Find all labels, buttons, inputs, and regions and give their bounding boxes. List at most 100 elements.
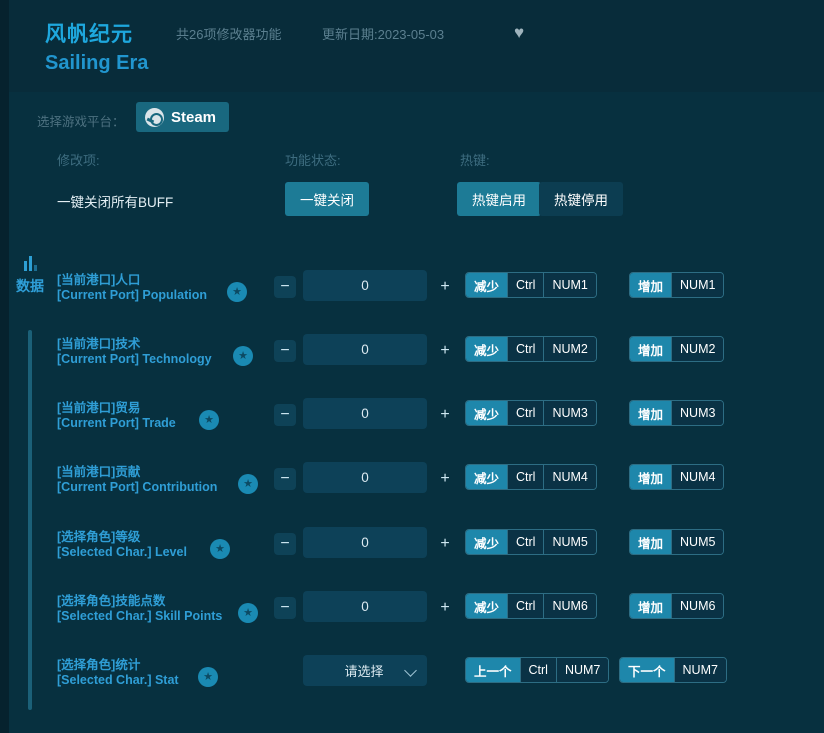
favorite-star-icon[interactable]: ★ xyxy=(227,282,247,302)
decrement-button[interactable]: − xyxy=(274,468,296,490)
hotkey-increase-label: 增加 xyxy=(630,337,671,361)
stat-select-value: 请选择 xyxy=(344,661,383,680)
favorite-star-icon[interactable]: ★ xyxy=(233,346,253,366)
increment-button[interactable]: + xyxy=(434,276,456,298)
hotkey-decrease-group[interactable]: 减少 Ctrl NUM3 xyxy=(465,400,597,426)
decrement-button[interactable]: − xyxy=(274,340,296,362)
hotkey-increase-key: NUM1 xyxy=(671,273,723,297)
hotkey-decrease-label: 减少 xyxy=(466,273,507,297)
table-row: [当前港口]贡献 [Current Port] Contribution ★ −… xyxy=(9,462,824,510)
hotkey-decrease-key: NUM5 xyxy=(543,530,595,554)
hotkey-decrease-group[interactable]: 减少 Ctrl NUM4 xyxy=(465,464,597,490)
row-label-en: [Current Port] Technology xyxy=(57,352,212,367)
value-input[interactable]: 0 xyxy=(303,591,427,622)
hotkey-increase-label: 增加 xyxy=(630,594,671,618)
hotkey-decrease-label: 减少 xyxy=(466,530,507,554)
row-label: [选择角色]技能点数 [Selected Char.] Skill Points xyxy=(57,594,222,625)
row-label-en: [Current Port] Population xyxy=(57,288,207,303)
table-row: [当前港口]人口 [Current Port] Population ★ − 0… xyxy=(9,270,824,318)
hotkey-previous-group[interactable]: 上一个 Ctrl NUM7 xyxy=(465,657,609,683)
increment-button[interactable]: + xyxy=(434,468,456,490)
decrement-button[interactable]: − xyxy=(274,533,296,555)
hotkey-increase-group[interactable]: 增加 NUM2 xyxy=(629,336,724,362)
increment-button[interactable]: + xyxy=(434,404,456,426)
row-label-en: [Selected Char.] Level xyxy=(57,545,187,560)
row-label-cn: [当前港口]贸易 xyxy=(57,401,176,416)
hotkey-next-group[interactable]: 下一个 NUM7 xyxy=(619,657,727,683)
hotkey-increase-key: NUM4 xyxy=(671,465,723,489)
row-label-cn: [当前港口]技术 xyxy=(57,337,212,352)
hotkey-increase-group[interactable]: 增加 NUM4 xyxy=(629,464,724,490)
hotkey-increase-label: 增加 xyxy=(630,530,671,554)
value-input[interactable]: 0 xyxy=(303,527,427,558)
trainer-page: 风帆纪元 Sailing Era 共26项修改器功能 更新日期:2023-05-… xyxy=(9,0,824,733)
hotkey-next-label: 下一个 xyxy=(620,658,674,682)
hotkey-decrease-key: NUM6 xyxy=(543,594,595,618)
decrement-button[interactable]: − xyxy=(274,597,296,619)
hotkey-increase-group[interactable]: 增加 NUM6 xyxy=(629,593,724,619)
hotkey-previous-key: NUM7 xyxy=(556,658,608,682)
row-label-cn: [选择角色]等级 xyxy=(57,530,187,545)
hotkey-decrease-label: 减少 xyxy=(466,594,507,618)
hotkey-decrease-group[interactable]: 减少 Ctrl NUM1 xyxy=(465,272,597,298)
modifier-rows: [当前港口]人口 [Current Port] Population ★ − 0… xyxy=(9,0,824,733)
hotkey-increase-key: NUM5 xyxy=(671,530,723,554)
row-label-en: [Current Port] Trade xyxy=(57,416,176,431)
hotkey-decrease-group[interactable]: 减少 Ctrl NUM2 xyxy=(465,336,597,362)
hotkey-increase-key: NUM6 xyxy=(671,594,723,618)
hotkey-decrease-group[interactable]: 减少 Ctrl NUM5 xyxy=(465,529,597,555)
hotkey-increase-label: 增加 xyxy=(630,273,671,297)
favorite-star-icon[interactable]: ★ xyxy=(238,603,258,623)
value-input[interactable]: 0 xyxy=(303,462,427,493)
row-label: [当前港口]人口 [Current Port] Population xyxy=(57,273,207,304)
increment-button[interactable]: + xyxy=(434,533,456,555)
hotkey-next-key: NUM7 xyxy=(674,658,726,682)
favorite-star-icon[interactable]: ★ xyxy=(198,667,218,687)
hotkey-decrease-label: 减少 xyxy=(466,337,507,361)
hotkey-previous-label: 上一个 xyxy=(466,658,520,682)
favorite-star-icon[interactable]: ★ xyxy=(199,410,219,430)
increment-button[interactable]: + xyxy=(434,340,456,362)
stat-select[interactable]: 请选择 xyxy=(303,655,427,686)
row-label-en: [Selected Char.] Stat xyxy=(57,673,179,688)
table-row: [当前港口]贸易 [Current Port] Trade ★ − 0 + 减少… xyxy=(9,398,824,446)
hotkey-increase-group[interactable]: 增加 NUM5 xyxy=(629,529,724,555)
favorite-star-icon[interactable]: ★ xyxy=(238,474,258,494)
row-label-cn: [选择角色]技能点数 xyxy=(57,594,222,609)
table-row: [选择角色]技能点数 [Selected Char.] Skill Points… xyxy=(9,591,824,639)
increment-button[interactable]: + xyxy=(434,597,456,619)
hotkey-previous-modifier: Ctrl xyxy=(520,658,556,682)
hotkey-increase-key: NUM3 xyxy=(671,401,723,425)
hotkey-increase-label: 增加 xyxy=(630,465,671,489)
table-row: [选择角色]统计 [Selected Char.] Stat ★ 请选择 上一个… xyxy=(9,655,824,703)
hotkey-decrease-modifier: Ctrl xyxy=(507,337,543,361)
left-edge-strip xyxy=(0,0,9,733)
hotkey-decrease-label: 减少 xyxy=(466,465,507,489)
row-label: [选择角色]统计 [Selected Char.] Stat xyxy=(57,658,179,689)
value-input[interactable]: 0 xyxy=(303,334,427,365)
row-label-cn: [选择角色]统计 xyxy=(57,658,179,673)
hotkey-decrease-key: NUM4 xyxy=(543,465,595,489)
table-row: [选择角色]等级 [Selected Char.] Level ★ − 0 + … xyxy=(9,527,824,575)
hotkey-decrease-key: NUM3 xyxy=(543,401,595,425)
hotkey-increase-group[interactable]: 增加 NUM1 xyxy=(629,272,724,298)
hotkey-decrease-modifier: Ctrl xyxy=(507,594,543,618)
hotkey-decrease-key: NUM2 xyxy=(543,337,595,361)
row-label-cn: [当前港口]人口 xyxy=(57,273,207,288)
decrement-button[interactable]: − xyxy=(274,276,296,298)
favorite-star-icon[interactable]: ★ xyxy=(210,539,230,559)
hotkey-increase-key: NUM2 xyxy=(671,337,723,361)
hotkey-increase-label: 增加 xyxy=(630,401,671,425)
row-label: [当前港口]贡献 [Current Port] Contribution xyxy=(57,465,217,496)
chevron-down-icon xyxy=(404,664,417,677)
value-input[interactable]: 0 xyxy=(303,270,427,301)
decrement-button[interactable]: − xyxy=(274,404,296,426)
hotkey-decrease-modifier: Ctrl xyxy=(507,401,543,425)
hotkey-decrease-group[interactable]: 减少 Ctrl NUM6 xyxy=(465,593,597,619)
value-input[interactable]: 0 xyxy=(303,398,427,429)
row-label-en: [Selected Char.] Skill Points xyxy=(57,609,222,624)
row-label: [选择角色]等级 [Selected Char.] Level xyxy=(57,530,187,561)
hotkey-increase-group[interactable]: 增加 NUM3 xyxy=(629,400,724,426)
row-label-cn: [当前港口]贡献 xyxy=(57,465,217,480)
row-label-en: [Current Port] Contribution xyxy=(57,480,217,495)
